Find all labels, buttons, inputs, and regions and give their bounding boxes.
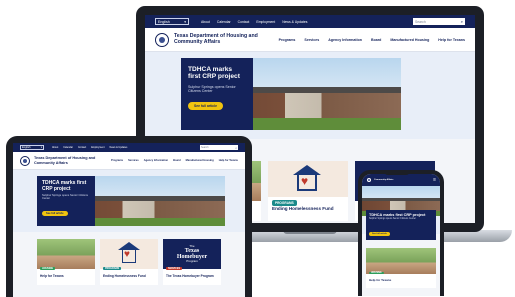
tablet-search-placeholder: Search: [201, 146, 209, 149]
phone-hero-title: TDHCA marks first CRP project: [369, 213, 426, 217]
nav-services[interactable]: Services: [128, 159, 139, 162]
nav-agency-information[interactable]: Agency Information: [328, 38, 362, 42]
brand-header: Texas Department of Housing and Communit…: [145, 28, 475, 52]
agency-name-line2: Community Affairs: [174, 38, 221, 45]
tablet-see-full-article-button[interactable]: See full article: [42, 210, 68, 216]
tablet-hero-title: TDHCA marks first CRP project: [42, 180, 87, 192]
nav-agency-information[interactable]: Agency Information: [144, 159, 168, 162]
tablet-screen: English ▾ About Calendar Contact Employm…: [13, 143, 245, 297]
utility-link-contact[interactable]: Contact: [78, 146, 86, 149]
texas-seal-logo[interactable]: [155, 32, 169, 47]
tablet-hero-section: TDHCA marks first CRP project Sulphur Sp…: [13, 170, 245, 232]
nav-help-for-texans[interactable]: Help for Texans: [438, 38, 465, 42]
homebuyer-logo-program: Program: [186, 259, 198, 263]
phone-agency-name[interactable]: Community Affairs: [374, 179, 394, 181]
phone-hero-card: TDHCA marks first CRP project Sulphur Sp…: [366, 210, 436, 240]
card-title-ending-homelessness: Ending Homelessness Fund: [103, 274, 146, 278]
phone-hero-subtitle: Sulphur Springs opens Senior Citizens Ce…: [369, 218, 416, 221]
phone-see-full-article-button[interactable]: See full article: [369, 232, 390, 237]
badge-programs: PROGRAMS: [272, 200, 297, 206]
texas-seal-logo[interactable]: [366, 177, 372, 183]
heart-icon: ♥: [301, 174, 309, 188]
utility-link-about[interactable]: About: [52, 146, 58, 149]
agency-name-line2: Community Affairs: [34, 160, 68, 165]
people-photo: [366, 248, 436, 274]
language-select[interactable]: English ▾: [155, 18, 189, 25]
tablet-language-label: English: [22, 146, 31, 149]
nav-programs[interactable]: Programs: [279, 38, 296, 42]
card-title-help-for-texans: Help for Texans: [40, 274, 64, 278]
tablet-agency-name[interactable]: Texas Department of Housing and Communit…: [34, 156, 95, 164]
phone-screen: Community Affairs ≡ TDHCA marks first CR…: [362, 174, 440, 296]
badge-services: SERVICES: [166, 267, 183, 270]
agency-name[interactable]: Texas Department of Housing and Communit…: [174, 33, 258, 45]
tablet-hero-card: TDHCA marks first CRP project Sulphur Sp…: [37, 176, 95, 226]
texas-seal-logo[interactable]: [20, 155, 30, 166]
tablet-language-select[interactable]: English ▾: [20, 145, 44, 150]
phone-card-title-help-for-texans: Help for Texans: [369, 278, 392, 282]
utility-link-about[interactable]: About: [201, 20, 210, 24]
utility-link-news[interactable]: News & Updates: [282, 20, 307, 24]
agency-name-line1: Texas Department of Housing and: [34, 156, 96, 161]
card-title-ending-homelessness: Ending Homelessness Fund: [272, 206, 334, 211]
heart-house-image: ♥: [268, 161, 348, 197]
badge-housing: HOUSING: [40, 267, 56, 270]
hero-title: TDHCA marks first CRP project: [188, 66, 240, 81]
nav-programs[interactable]: Programs: [111, 159, 123, 162]
nav-manufactured-housing[interactable]: Manufactured Housing: [390, 38, 429, 42]
phone-hero-section: TDHCA marks first CRP project Sulphur Sp…: [362, 186, 440, 240]
card-ending-homelessness-fund[interactable]: ♥ PROGRAMS Ending Homelessness Fund: [268, 161, 348, 221]
hero-card: TDHCA marks first CRP project Sulphur Sp…: [181, 58, 253, 130]
tablet-card-row: HOUSING Help for Texans ♥ PROGRAMS Endin…: [37, 239, 221, 285]
search-input[interactable]: Search ⌕: [413, 18, 465, 25]
hero-section: TDHCA marks first CRP project Sulphur Sp…: [145, 52, 475, 139]
phone-notch: [384, 170, 410, 175]
badge-housing: HOUSING: [369, 272, 384, 274]
hamburger-menu-icon[interactable]: ≡: [433, 177, 436, 183]
phone-card-help-for-texans[interactable]: HOUSING Help for Texans: [366, 248, 436, 288]
nav-manufactured-housing[interactable]: Manufactured Housing: [186, 159, 214, 162]
utility-bar: English ▾ About Calendar Contact Employm…: [145, 15, 475, 28]
language-label: English: [158, 19, 170, 24]
magnifier-icon: ⌕: [235, 145, 237, 150]
tablet-brand-header: Texas Department of Housing and Communit…: [13, 152, 245, 170]
card-texas-homebuyer[interactable]: The Texas Homebuyer Program SERVICES The…: [163, 239, 221, 285]
card-title-texas-homebuyer: The Texas Homebuyer Program: [166, 274, 214, 278]
tablet-main-nav: Programs Services Agency Information Boa…: [111, 159, 238, 162]
chevron-down-icon: ▾: [40, 146, 42, 149]
utility-link-calendar[interactable]: Calendar: [217, 20, 231, 24]
utility-link-news[interactable]: News & Updates: [110, 146, 128, 149]
people-photo: [37, 239, 95, 269]
card-ending-homelessness-fund[interactable]: ♥ PROGRAMS Ending Homelessness Fund: [100, 239, 158, 285]
utility-link-calendar[interactable]: Calendar: [63, 146, 73, 149]
nav-board[interactable]: Board: [173, 159, 181, 162]
utility-link-contact[interactable]: Contact: [238, 20, 250, 24]
utility-link-employment[interactable]: Employment: [256, 20, 275, 24]
see-full-article-button[interactable]: See full article: [188, 102, 223, 111]
nav-services[interactable]: Services: [304, 38, 319, 42]
chevron-down-icon: ▾: [184, 19, 186, 24]
tablet-hero-subtitle: Sulphur Springs opens Senior Citizens Ce…: [42, 194, 89, 201]
phone-device: Community Affairs ≡ TDHCA marks first CR…: [358, 170, 444, 296]
main-nav: Programs Services Agency Information Boa…: [279, 38, 465, 42]
heart-icon: ♥: [124, 249, 130, 260]
homebuyer-logo: The Texas Homebuyer Program: [163, 239, 221, 269]
hero-subtitle: Sulphur Springs opens Senior Citizens Ce…: [188, 84, 236, 93]
card-help-for-texans[interactable]: HOUSING Help for Texans: [37, 239, 95, 285]
tablet-device: English ▾ About Calendar Contact Employm…: [6, 136, 252, 297]
utility-link-employment[interactable]: Employment: [91, 146, 104, 149]
nav-board[interactable]: Board: [371, 38, 381, 42]
tablet-utility-bar: English ▾ About Calendar Contact Employm…: [13, 143, 245, 152]
badge-programs: PROGRAMS: [103, 267, 122, 270]
utility-links: About Calendar Contact Employment News &…: [201, 20, 307, 24]
tablet-utility-links: About Calendar Contact Employment News &…: [52, 146, 127, 149]
phone-header-bar: Community Affairs ≡: [362, 174, 440, 186]
search-placeholder: Search: [415, 19, 426, 24]
nav-help-for-texans[interactable]: Help for Texans: [219, 159, 238, 162]
heart-house-image: ♥: [100, 239, 158, 269]
magnifier-icon: ⌕: [460, 19, 463, 24]
tablet-search-input[interactable]: Search ⌕: [200, 145, 238, 150]
